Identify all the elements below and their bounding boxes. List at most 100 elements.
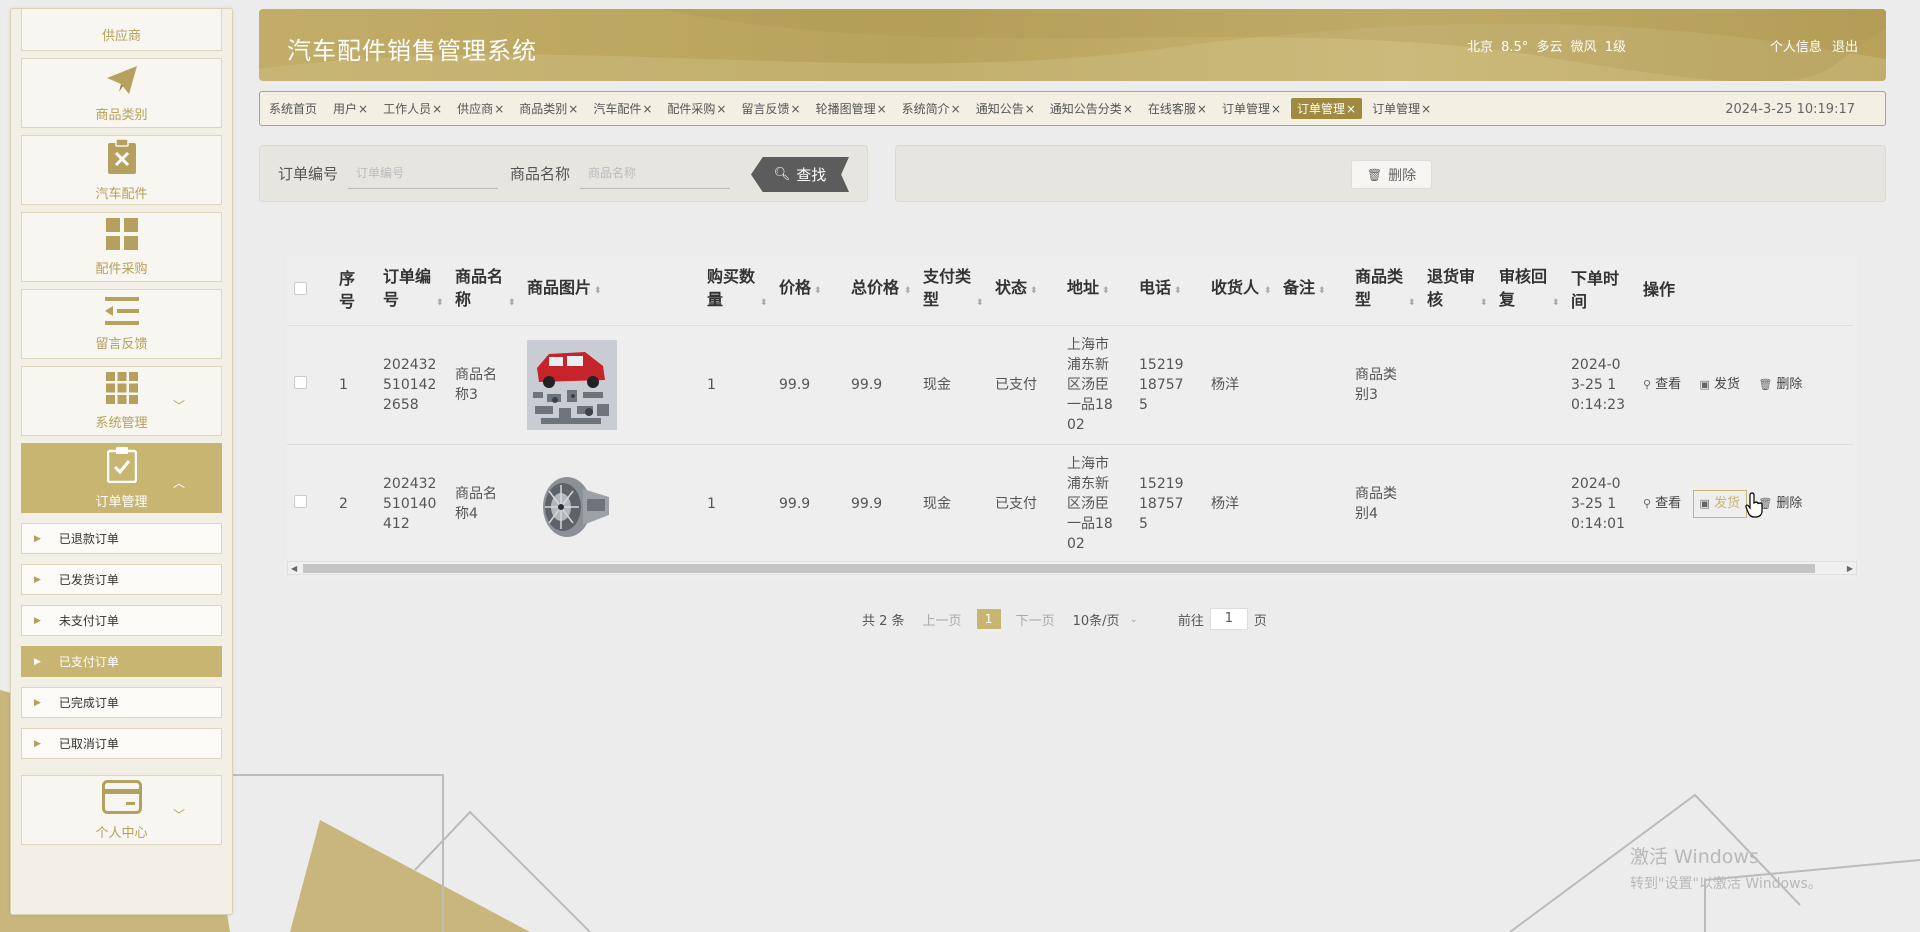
col-header[interactable]: 商品图片 ⬍ [527,255,707,325]
sidebar-item-auto-parts[interactable]: 汽车配件 [21,135,222,205]
product-name-input[interactable] [580,158,731,189]
close-icon[interactable]: × [494,102,504,116]
sidebar-subitem-completed[interactable]: ▶ 已完成订单 [21,687,222,718]
delete-button[interactable]: 🗑︎ 删除 [1758,494,1802,514]
sidebar-item-feedback[interactable]: 留言反馈 [21,289,222,359]
tab-online-service[interactable]: 在线客服× [1148,100,1207,117]
close-icon[interactable]: × [568,102,578,116]
sidebar-item-system[interactable]: 系统管理 ﹀ [21,366,222,436]
col-header[interactable]: 备注 ⬍ [1283,255,1355,325]
scrollbar-thumb[interactable] [303,564,1815,573]
sort-icon[interactable]: ⬍ [1030,286,1038,296]
close-icon[interactable]: × [1346,102,1356,116]
col-header[interactable]: 订单编号 ⬍ [383,255,455,325]
sidebar-subitem-cancelled[interactable]: ▶ 已取消订单 [21,728,222,759]
batch-delete-button[interactable]: 🗑︎ 删除 [1351,160,1432,189]
sort-icon[interactable]: ⬍ [594,286,602,296]
ship-button[interactable]: ▣ 发货 [1692,489,1747,518]
col-header[interactable]: 商品名称 ⬍ [455,255,527,325]
close-icon[interactable]: × [358,102,368,116]
close-icon[interactable]: × [1123,102,1133,116]
sort-icon[interactable]: ⬍ [1480,298,1488,308]
pager-prev[interactable]: 上一页 [923,610,962,629]
sidebar-item-orders[interactable]: 订单管理 ︿ [21,443,222,513]
order-no-input[interactable] [348,158,499,189]
col-header[interactable]: 商品类型 ⬍ [1355,255,1427,325]
sort-icon[interactable]: ⬍ [436,298,444,308]
pager-current-page[interactable]: 1 [976,609,1001,629]
sort-icon[interactable]: ⬍ [1174,286,1182,296]
view-button[interactable]: ⚲ 查看 [1643,494,1681,514]
close-icon[interactable]: × [951,102,961,116]
tab-notice-category[interactable]: 通知公告分类× [1050,100,1133,117]
sort-icon[interactable]: ⬍ [1552,298,1560,308]
tab-notice[interactable]: 通知公告× [976,100,1035,117]
sidebar-subitem-shipped[interactable]: ▶ 已发货订单 [21,564,222,595]
col-header[interactable]: 购买数量 ⬍ [707,255,779,325]
pager-size-select[interactable]: 10条/页 ⌄ [1073,610,1138,629]
view-button[interactable]: ⚲ 查看 [1643,375,1681,395]
scroll-right-icon[interactable]: ▶ [1847,562,1853,575]
tab-orders-active[interactable]: 订单管理× [1291,98,1363,119]
scroll-left-icon[interactable]: ◀ [291,562,297,575]
tab-home[interactable]: 系统首页 [269,100,318,117]
cell-text: 商品名称4 [455,485,497,522]
sidebar-item-personal-center[interactable]: 个人中心 ﹀ [21,775,222,845]
tab-auto-parts[interactable]: 汽车配件× [593,100,652,117]
close-icon[interactable]: × [1025,102,1035,116]
tab-orders-2[interactable]: 订单管理× [1372,100,1431,117]
col-header[interactable]: 价格 ⬍ [779,255,851,325]
logout-link[interactable]: 退出 [1832,40,1858,55]
col-header[interactable]: 总价格 ⬍ [851,255,923,325]
sidebar-subitem-paid[interactable]: ▶ 已支付订单 [21,646,222,677]
sort-icon[interactable]: ⬍ [760,298,768,308]
sidebar-subitem-unpaid[interactable]: ▶ 未支付订单 [21,605,222,636]
search-button[interactable]: 🔍︎ 查找 [751,157,849,192]
sort-icon[interactable]: ⬍ [814,286,822,296]
tab-supplier[interactable]: 供应商× [457,100,504,117]
close-icon[interactable]: × [1271,102,1281,116]
col-header[interactable]: 状态 ⬍ [995,255,1067,325]
delete-button[interactable]: 🗑︎ 删除 [1758,375,1802,395]
col-header[interactable]: 地址 ⬍ [1067,255,1139,325]
tab-feedback[interactable]: 留言反馈× [741,100,800,117]
sort-icon[interactable]: ⬍ [904,286,912,296]
sidebar-subitem-refunded[interactable]: ▶ 已退款订单 [21,523,222,554]
tab-orders[interactable]: 订单管理× [1222,100,1281,117]
pager-next[interactable]: 下一页 [1016,610,1055,629]
select-all-checkbox[interactable] [294,282,307,296]
sort-icon[interactable]: ⬍ [1264,286,1272,296]
sort-icon[interactable]: ⬍ [976,298,984,308]
col-header[interactable]: 审核回复 ⬍ [1499,255,1571,325]
close-icon[interactable]: × [1421,102,1431,116]
tab-staff[interactable]: 工作人员× [383,100,442,117]
close-icon[interactable]: × [432,102,442,116]
row-checkbox[interactable] [294,375,307,389]
tab-system-intro[interactable]: 系统简介× [902,100,961,117]
close-icon[interactable]: × [642,102,652,116]
sidebar-item-supplier[interactable]: 供应商 [21,9,222,51]
ship-button[interactable]: ▣ 发货 [1700,375,1740,395]
sidebar-item-parts-purchase[interactable]: 配件采购 [21,212,222,282]
close-icon[interactable]: × [1197,102,1207,116]
col-header[interactable]: 退货审核 ⬍ [1427,255,1499,325]
close-icon[interactable]: × [877,102,887,116]
tab-carousel[interactable]: 轮播图管理× [816,100,887,117]
row-checkbox[interactable] [294,494,307,508]
close-icon[interactable]: × [791,102,801,116]
tab-product-category[interactable]: 商品类别× [519,100,578,117]
col-header[interactable]: 支付类型 ⬍ [923,255,995,325]
tab-users[interactable]: 用户× [333,100,368,117]
col-header[interactable]: 电话 ⬍ [1139,255,1211,325]
sort-icon[interactable]: ⬍ [1318,286,1326,296]
sort-icon[interactable]: ⬍ [508,298,516,308]
close-icon[interactable]: × [716,102,726,116]
sort-icon[interactable]: ⬍ [1408,298,1416,308]
sort-icon[interactable]: ⬍ [1102,286,1110,296]
tab-parts-purchase[interactable]: 配件采购× [667,100,726,117]
sidebar-item-product-category[interactable]: 商品类别 [21,58,222,128]
col-header[interactable]: 收货人 ⬍ [1211,255,1283,325]
pager-goto-input[interactable]: 1 [1209,608,1248,630]
horizontal-scrollbar[interactable]: ◀ ▶ [287,561,1857,575]
profile-link[interactable]: 个人信息 [1770,40,1822,55]
